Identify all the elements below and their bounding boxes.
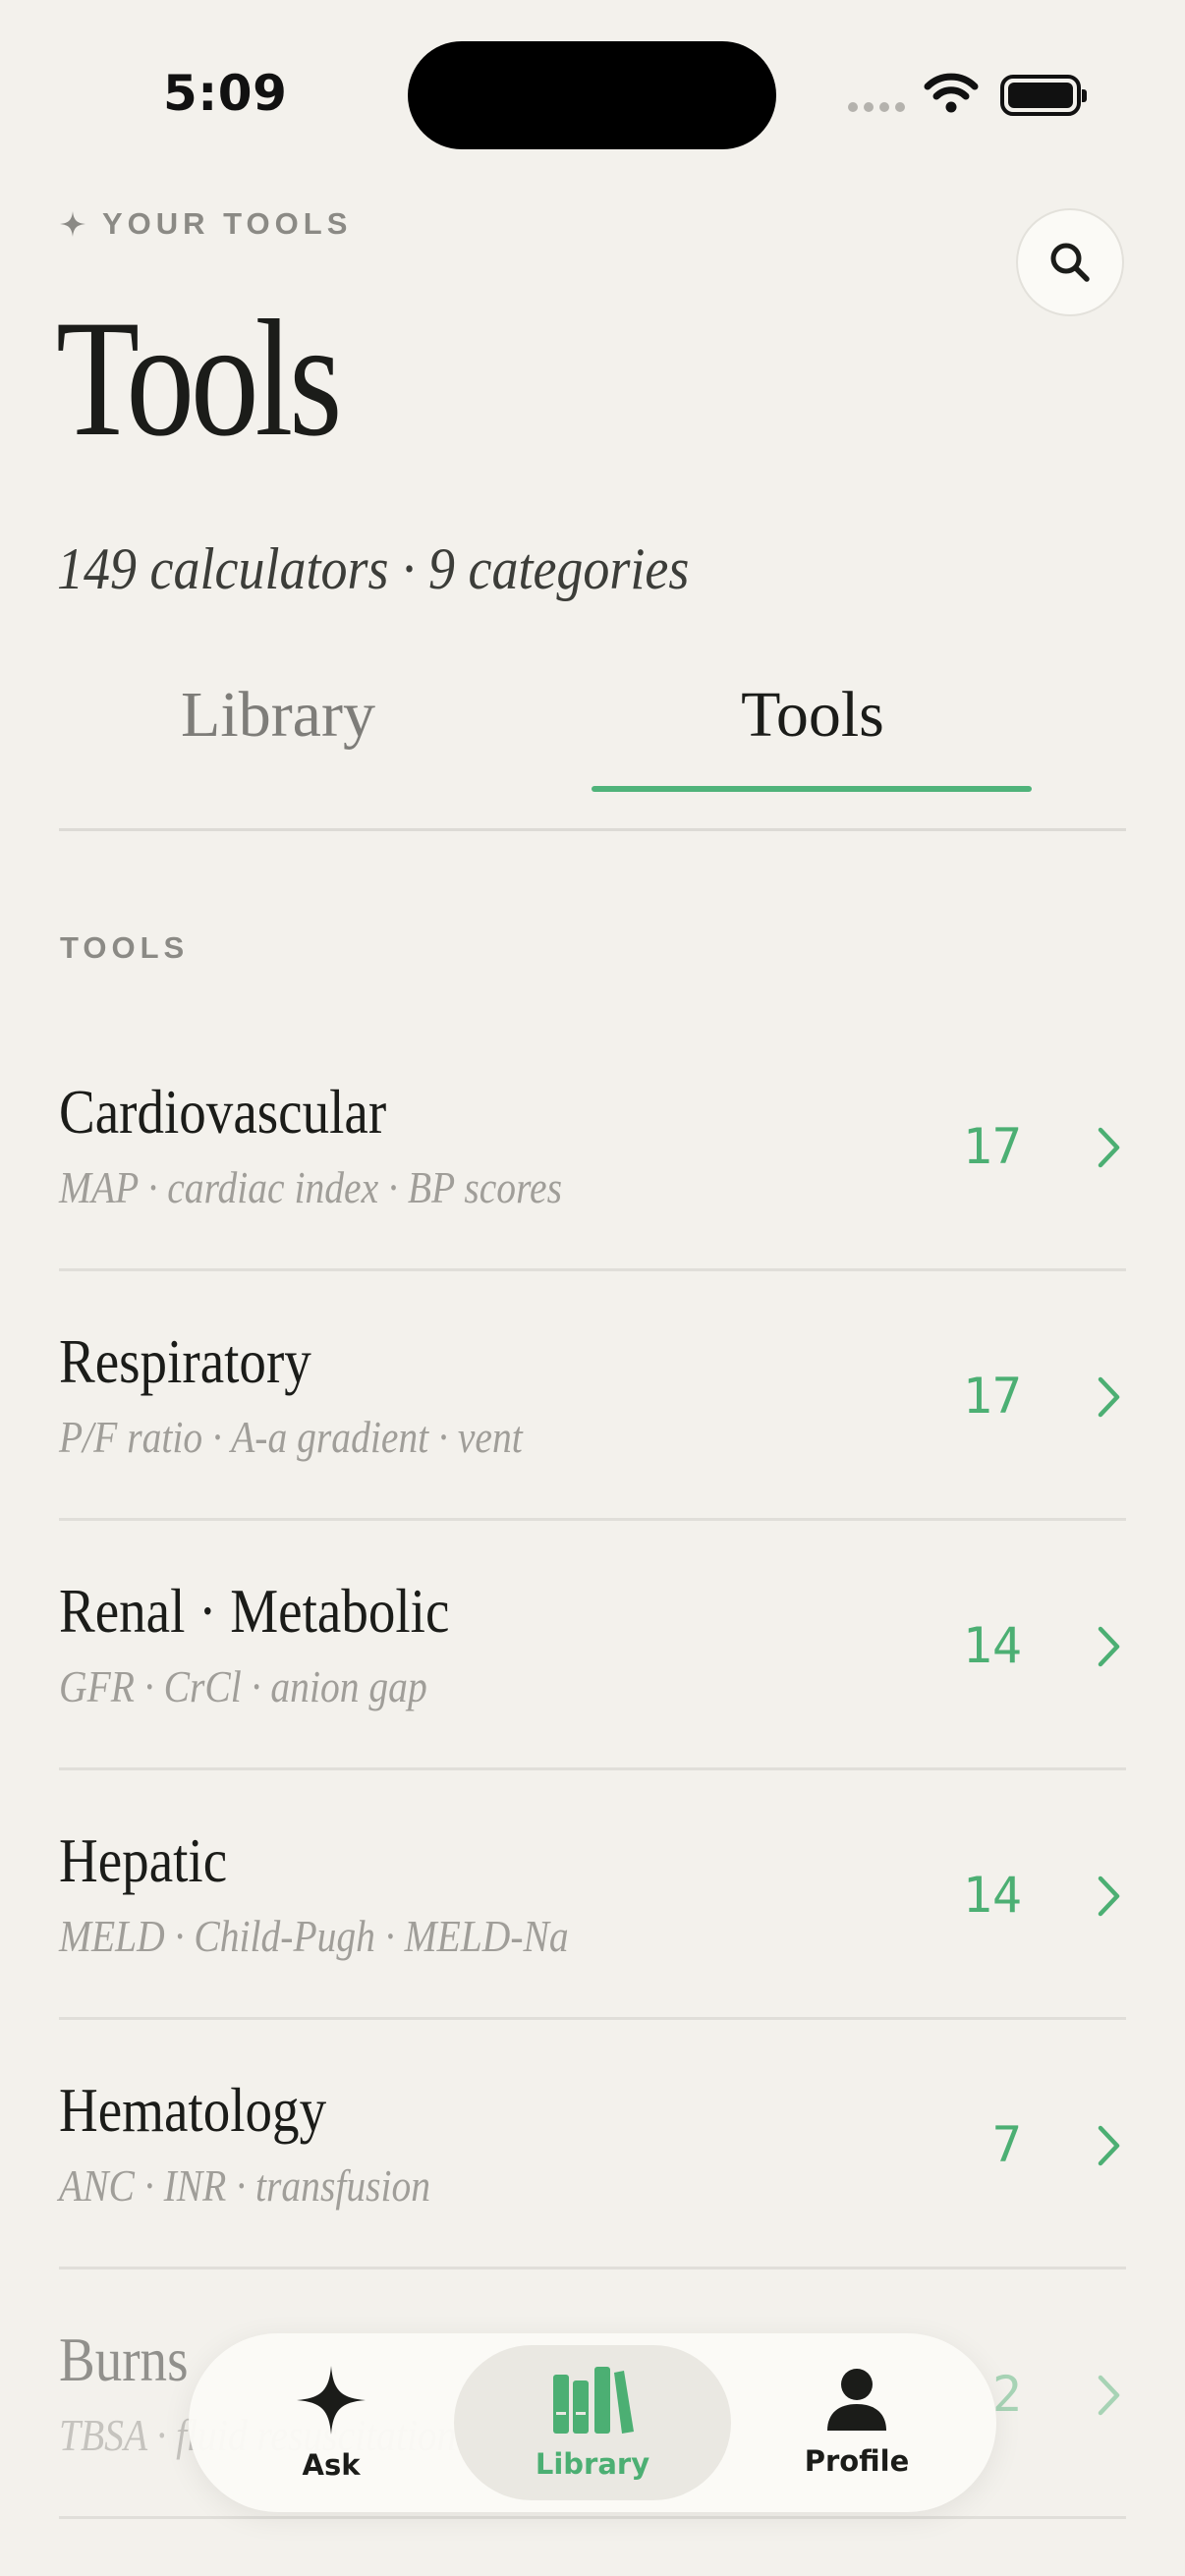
category-subtitle: P/F ratio · A-a gradient · vent [59,1412,523,1462]
cellular-signal-icon [848,102,905,112]
chevron-right-icon [1098,2375,1120,2416]
category-row-respiratory[interactable]: Respiratory P/F ratio · A-a gradient · v… [59,1271,1126,1521]
tab-bar-library-label: Library [535,2447,650,2481]
books-icon [553,2367,634,2434]
tab-library[interactable]: Library [57,678,499,753]
category-list: Cardiovascular MAP · cardiac index · BP … [59,1022,1126,2519]
category-count: 14 [962,1617,1022,1674]
chevron-right-icon [1098,1127,1120,1168]
tools-screen: 5:09 YOUR TOOLS Tools 149 calculators · … [0,0,1185,2576]
tabs-divider [59,828,1126,831]
active-tab-indicator [592,786,1032,792]
category-subtitle: MAP · cardiac index · BP scores [59,1162,562,1212]
section-label: TOOLS [60,930,190,965]
category-title: Renal · Metabolic [59,1576,450,1646]
tab-bar-ask[interactable]: Ask [243,2333,420,2512]
tab-bar-profile[interactable]: Profile [759,2333,955,2512]
dynamic-island [408,41,776,149]
eyebrow-text: YOUR TOOLS [102,206,353,241]
category-count: 7 [991,2116,1022,2173]
category-subtitle: MELD · Child-Pugh · MELD-Na [59,1911,569,1961]
tab-bar-library[interactable]: Library [454,2345,731,2500]
chevron-right-icon [1098,2125,1120,2166]
category-title: Respiratory [59,1326,311,1396]
category-row-cardiovascular[interactable]: Cardiovascular MAP · cardiac index · BP … [59,1022,1126,1271]
tab-tools[interactable]: Tools [592,678,1034,753]
page-subtitle: 149 calculators · 9 categories [57,536,690,601]
category-title: Burns [59,2324,189,2394]
battery-icon [1000,75,1087,116]
search-icon [1050,243,1090,282]
category-title: Hematology [59,2075,327,2145]
category-title: Hepatic [59,1825,228,1895]
chevron-right-icon [1098,1626,1120,1667]
bottom-tab-bar: Ask Library Profile [189,2333,996,2512]
wifi-icon [924,73,979,113]
sparkle-icon [297,2366,366,2435]
category-title: Cardiovascular [59,1077,387,1147]
category-count: 17 [962,1118,1022,1175]
category-count: 17 [962,1368,1022,1425]
category-row-renal-metabolic[interactable]: Renal · Metabolic GFR · CrCl · anion gap… [59,1521,1126,1770]
tab-bar-profile-label: Profile [804,2444,910,2478]
category-row-hepatic[interactable]: Hepatic MELD · Child-Pugh · MELD-Na 14 [59,1770,1126,2020]
category-row-hematology[interactable]: Hematology ANC · INR · transfusion 7 [59,2020,1126,2269]
status-time: 5:09 [163,65,288,122]
sparkle-icon [60,211,85,237]
category-count: 14 [962,1867,1022,1924]
tab-bar-ask-label: Ask [302,2448,361,2482]
person-icon [827,2369,886,2431]
category-count: 2 [991,2366,1022,2423]
chevron-right-icon [1098,1376,1120,1418]
category-subtitle: GFR · CrCl · anion gap [59,1661,427,1711]
search-button[interactable] [1016,208,1124,316]
chevron-right-icon [1098,1876,1120,1917]
eyebrow-label: YOUR TOOLS [59,206,352,242]
category-subtitle: ANC · INR · transfusion [59,2160,431,2211]
page-title: Tools [56,286,342,471]
